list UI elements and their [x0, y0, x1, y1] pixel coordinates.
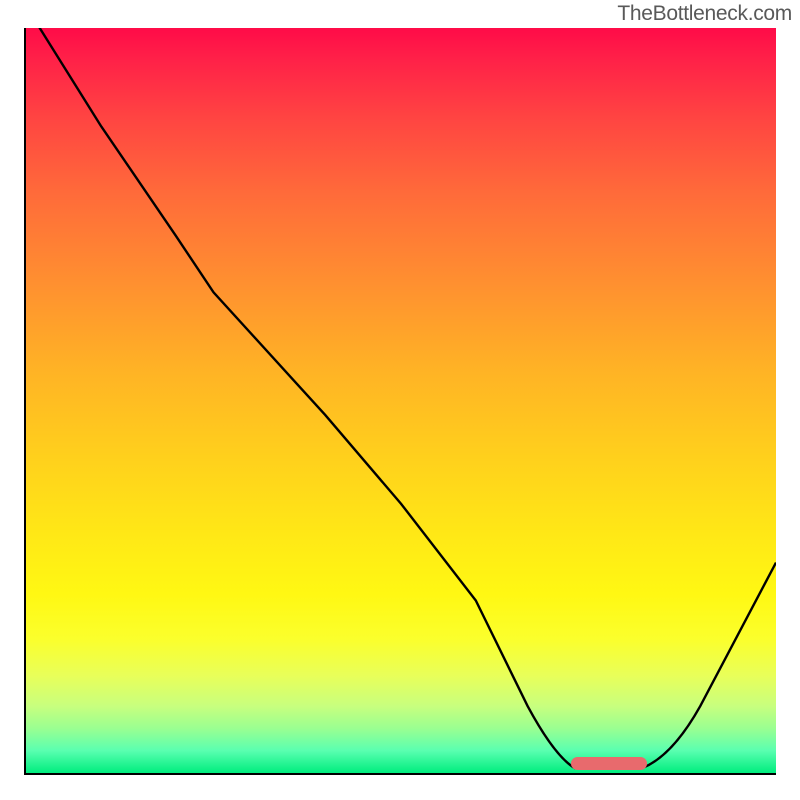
curve-path [26, 28, 776, 768]
chart-plot-area [24, 28, 776, 775]
bottleneck-curve [26, 28, 776, 773]
optimal-range-marker [571, 757, 647, 770]
watermark-text: TheBottleneck.com [617, 2, 792, 26]
